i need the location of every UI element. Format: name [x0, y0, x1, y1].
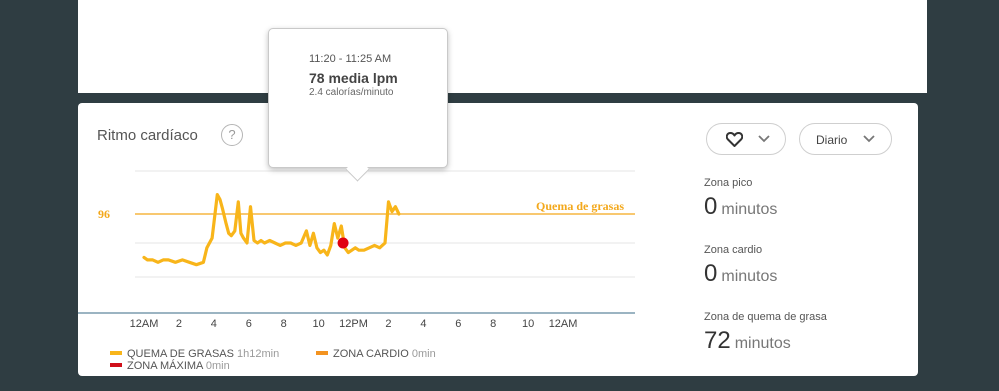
heart-icon	[726, 132, 743, 147]
zone-value-row: 72 minutos	[704, 327, 791, 355]
x-tick-label: 12AM	[549, 318, 578, 330]
metric-dropdown[interactable]	[706, 123, 786, 155]
tooltip-time: 11:20 - 11:25 AM	[309, 53, 392, 65]
zone-value: 0	[704, 193, 718, 220]
heart-rate-line	[142, 192, 401, 267]
tooltip-average-bpm: 78 media lpm	[309, 70, 398, 86]
zone-label: Zona pico	[704, 177, 753, 189]
x-tick-label: 2	[385, 318, 391, 330]
heart-rate-card: Ritmo cardíaco ? Quema de grasas 96 12AM 2 4…	[78, 103, 918, 376]
chevron-down-icon	[863, 135, 875, 143]
zone-value-row: 0 minutos	[704, 260, 777, 288]
range-dropdown[interactable]: Diario	[799, 123, 892, 155]
zone-unit: minutos	[734, 335, 791, 352]
selected-point-marker	[337, 237, 349, 249]
x-tick-label: 10	[522, 318, 534, 330]
zone-label: Zona de quema de grasa	[704, 311, 827, 323]
legend-peak: ZONA MÁXIMA 0min	[110, 360, 230, 372]
data-tooltip: 11:20 - 11:25 AM 78 media lpm 2.4 calorí…	[268, 28, 448, 182]
legend-duration: 0min	[205, 360, 230, 372]
legend-label: ZONA CARDIO	[333, 348, 409, 360]
threshold-tick-label: 96	[98, 207, 110, 221]
zone-cardio: Zona cardio 0 minutos	[704, 244, 777, 287]
legend-swatch	[316, 351, 328, 356]
x-tick-label: 12AM	[130, 318, 159, 330]
zone-peak: Zona pico 0 minutos	[704, 177, 777, 220]
threshold-label: Quema de grasas	[536, 199, 624, 213]
zone-fat-burn: Zona de quema de grasa 72 minutos	[704, 311, 827, 354]
previous-card	[78, 0, 927, 93]
x-tick-label: 8	[490, 318, 496, 330]
legend-label: ZONA MÁXIMA	[127, 360, 203, 372]
x-tick-label: 6	[246, 318, 252, 330]
zone-unit: minutos	[721, 268, 778, 285]
x-tick-label: 12PM	[339, 318, 368, 330]
x-tick-label: 4	[211, 318, 217, 330]
zone-value-row: 0 minutos	[704, 193, 777, 221]
legend-fat-burn: QUEMA DE GRASAS 1h12min	[110, 348, 279, 360]
x-tick-label: 4	[420, 318, 426, 330]
zone-unit: minutos	[721, 201, 778, 218]
legend-swatch	[110, 351, 122, 356]
zone-value: 0	[704, 260, 718, 287]
zone-label: Zona cardio	[704, 244, 763, 256]
legend-cardio: ZONA CARDIO 0min	[316, 348, 436, 360]
tooltip-calories: 2.4 calorías/minuto	[309, 87, 394, 98]
card-edge	[78, 86, 248, 93]
range-label: Diario	[816, 133, 848, 147]
x-tick-label: 6	[455, 318, 461, 330]
legend-duration: 1h12min	[237, 348, 280, 360]
x-tick-label: 8	[281, 318, 287, 330]
x-tick-label: 2	[176, 318, 182, 330]
legend-duration: 0min	[411, 348, 436, 360]
legend-swatch	[110, 363, 122, 368]
chevron-down-icon	[758, 135, 770, 143]
zone-value: 72	[704, 327, 731, 354]
legend-label: QUEMA DE GRASAS	[127, 348, 234, 360]
x-tick-label: 10	[312, 318, 324, 330]
